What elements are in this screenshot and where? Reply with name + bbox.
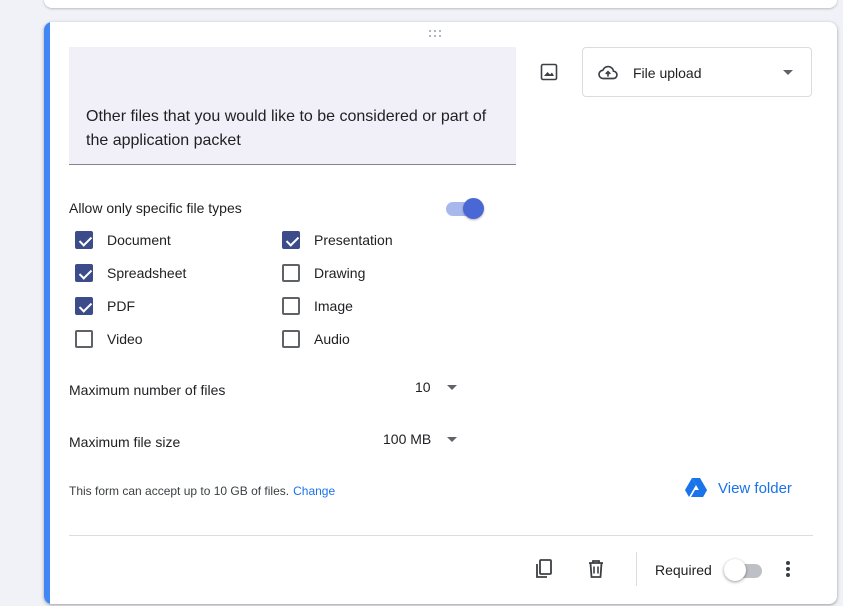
max-files-dropdown[interactable]: 10 <box>415 379 457 395</box>
chevron-down-icon <box>447 436 458 442</box>
footer-vertical-divider <box>636 552 637 586</box>
checkbox-box[interactable] <box>282 297 300 315</box>
active-card-accent <box>44 22 50 604</box>
checkbox-video[interactable]: Video <box>75 327 143 351</box>
checkbox-presentation[interactable]: Presentation <box>282 228 393 252</box>
change-limit-link[interactable]: Change <box>293 484 335 498</box>
checkbox-drawing[interactable]: Drawing <box>282 261 365 285</box>
view-folder-label: View folder <box>718 479 792 497</box>
question-title-text[interactable]: Other files that you would like to be co… <box>86 105 506 153</box>
checkbox-box[interactable] <box>75 231 93 249</box>
checkbox-box[interactable] <box>75 330 93 348</box>
checkbox-audio[interactable]: Audio <box>282 327 350 351</box>
max-size-label: Maximum file size <box>69 434 181 450</box>
checkbox-spreadsheet[interactable]: Spreadsheet <box>75 261 186 285</box>
checkbox-box[interactable] <box>282 231 300 249</box>
checkbox-label: Image <box>314 298 353 314</box>
max-size-value: 100 MB <box>383 431 432 447</box>
max-files-value: 10 <box>415 379 431 395</box>
checkbox-label: PDF <box>107 298 135 314</box>
checkbox-label: Audio <box>314 331 350 347</box>
toggle-thumb <box>463 198 484 219</box>
checkbox-label: Document <box>107 232 171 248</box>
question-title-field[interactable]: Other files that you would like to be co… <box>69 47 516 165</box>
more-vert-icon[interactable] <box>778 557 798 581</box>
trash-icon[interactable] <box>584 557 608 581</box>
chevron-down-icon <box>446 384 457 390</box>
drag-handle-icon[interactable] <box>429 30 451 42</box>
checkbox-document[interactable]: Document <box>75 228 171 252</box>
storage-limit-text: This form can accept up to 10 GB of file… <box>69 484 335 498</box>
checkbox-box[interactable] <box>75 264 93 282</box>
required-toggle[interactable] <box>724 559 764 581</box>
checkbox-box[interactable] <box>282 264 300 282</box>
question-type-label: File upload <box>633 65 702 81</box>
allow-file-types-toggle[interactable] <box>444 197 484 219</box>
image-icon[interactable] <box>539 62 559 82</box>
cloud-upload-icon <box>598 65 618 80</box>
checkbox-label: Presentation <box>314 232 393 248</box>
view-folder-button[interactable]: View folder <box>684 477 792 499</box>
checkbox-box[interactable] <box>282 330 300 348</box>
question-type-dropdown[interactable]: File upload <box>582 47 812 97</box>
chevron-down-icon <box>783 70 793 75</box>
checkbox-image[interactable]: Image <box>282 294 353 318</box>
allow-file-types-label: Allow only specific file types <box>69 200 242 216</box>
copy-icon[interactable] <box>532 557 556 581</box>
checkbox-label: Video <box>107 331 143 347</box>
storage-limit-message: This form can accept up to 10 GB of file… <box>69 484 290 498</box>
checkbox-label: Spreadsheet <box>107 265 187 281</box>
max-size-dropdown[interactable]: 100 MB <box>383 431 458 447</box>
previous-question-card <box>44 0 837 8</box>
google-drive-icon <box>685 478 707 497</box>
checkbox-label: Drawing <box>314 265 366 281</box>
checkbox-pdf[interactable]: PDF <box>75 294 135 318</box>
toggle-thumb <box>724 559 746 581</box>
question-card[interactable]: Other files that you would like to be co… <box>44 22 837 604</box>
required-label: Required <box>655 562 712 578</box>
checkbox-box[interactable] <box>75 297 93 315</box>
footer-divider <box>69 535 813 536</box>
max-files-label: Maximum number of files <box>69 382 226 398</box>
